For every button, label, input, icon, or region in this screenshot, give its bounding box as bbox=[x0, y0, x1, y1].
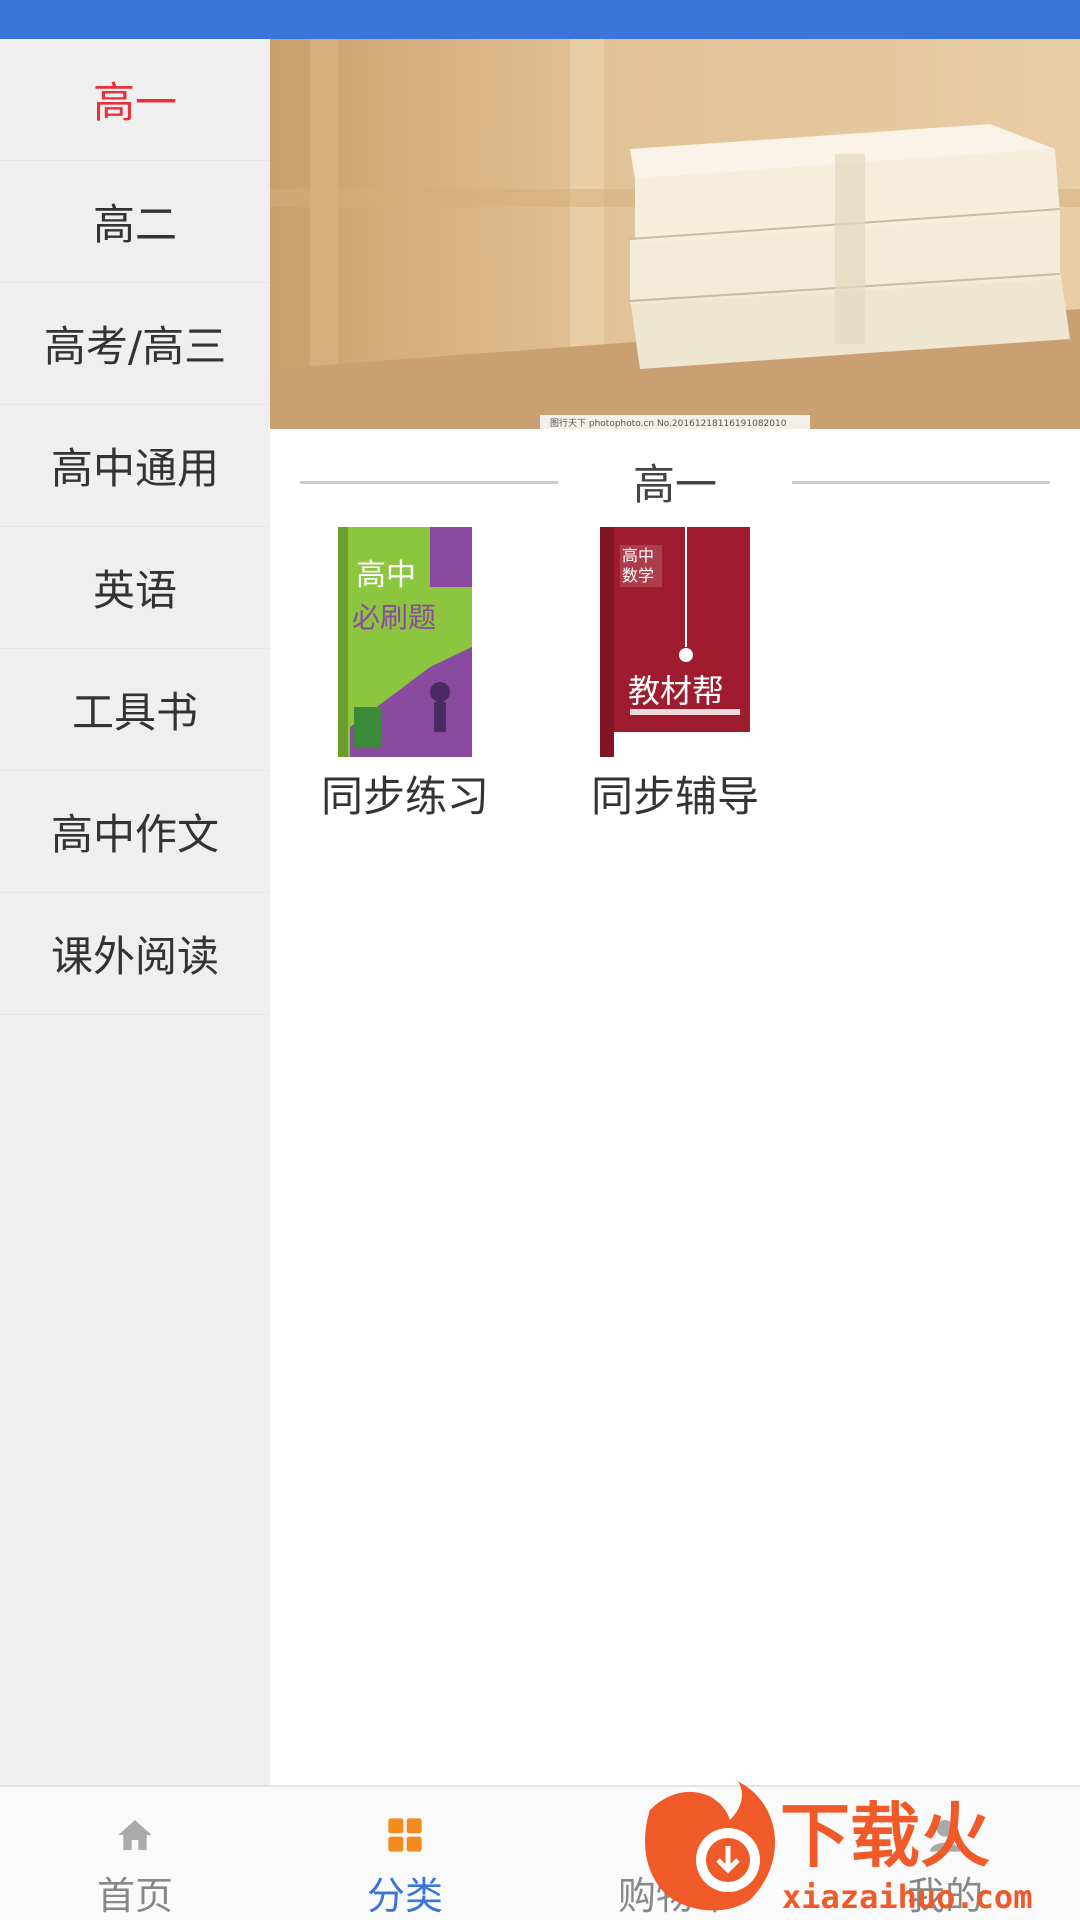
svg-text:数学: 数学 bbox=[622, 566, 654, 585]
book-label-practice: 同步练习 bbox=[320, 772, 489, 821]
svg-text:高中: 高中 bbox=[622, 546, 654, 565]
section-title: 高一 bbox=[632, 459, 717, 509]
sidebar-item-general[interactable]: 高中通用 bbox=[0, 405, 270, 527]
sidebar-item-gaoer[interactable]: 高二 bbox=[0, 161, 270, 283]
watermark-brand: 下载火 bbox=[780, 1795, 990, 1877]
tab-category[interactable]: 分类 bbox=[270, 1787, 540, 1920]
tab-home-label: 首页 bbox=[96, 1874, 173, 1918]
sidebar-item-english[interactable]: 英语 bbox=[0, 527, 270, 649]
book-cover-practice: 高中 必刷题 bbox=[338, 527, 472, 757]
section-divider-right bbox=[792, 481, 1050, 484]
sidebar-item-gaoyi[interactable]: 高一 bbox=[0, 39, 270, 161]
book-label-guidance: 同步辅导 bbox=[590, 772, 759, 821]
content-panel: 图行天下 photophoto.cn No.201612181161910820… bbox=[270, 39, 1080, 1785]
tab-category-label: 分类 bbox=[366, 1874, 443, 1918]
grid-icon bbox=[388, 1818, 422, 1852]
book-item-practice[interactable]: 高中 必刷题 同步练习 bbox=[270, 527, 540, 824]
book-grid: 高中 必刷题 同步练习 高中 数学 教材帮 同步辅导 bbox=[270, 527, 1080, 824]
tab-home[interactable]: 首页 bbox=[0, 1787, 270, 1920]
home-icon bbox=[118, 1820, 152, 1850]
watermark-logo: 下载火 xiazaihuo.com bbox=[645, 1780, 1032, 1916]
watermark-url: xiazaihuo.com bbox=[782, 1878, 1032, 1916]
book-cover-guidance: 高中 数学 教材帮 bbox=[600, 527, 750, 757]
svg-text:必刷题: 必刷题 bbox=[352, 601, 436, 634]
section-divider-left bbox=[300, 481, 558, 484]
svg-text:高中: 高中 bbox=[356, 558, 416, 593]
book-item-guidance[interactable]: 高中 数学 教材帮 同步辅导 bbox=[540, 527, 810, 824]
svg-text:教材帮: 教材帮 bbox=[628, 672, 724, 710]
section-header: 高一 bbox=[270, 449, 1080, 513]
sidebar-item-composition[interactable]: 高中作文 bbox=[0, 771, 270, 893]
sidebar-item-gaokao[interactable]: 高考/高三 bbox=[0, 283, 270, 405]
category-sidebar: 高一 高二 高考/高三 高中通用 英语 工具书 高中作文 课外阅读 bbox=[0, 39, 270, 1785]
status-bar bbox=[0, 0, 1080, 39]
sidebar-item-reading[interactable]: 课外阅读 bbox=[0, 893, 270, 1015]
banner-caption: 图行天下 photophoto.cn No.201612181161910820… bbox=[550, 417, 787, 429]
sidebar-item-reference[interactable]: 工具书 bbox=[0, 649, 270, 771]
banner-image[interactable]: 图行天下 photophoto.cn No.201612181161910820… bbox=[270, 39, 1080, 429]
